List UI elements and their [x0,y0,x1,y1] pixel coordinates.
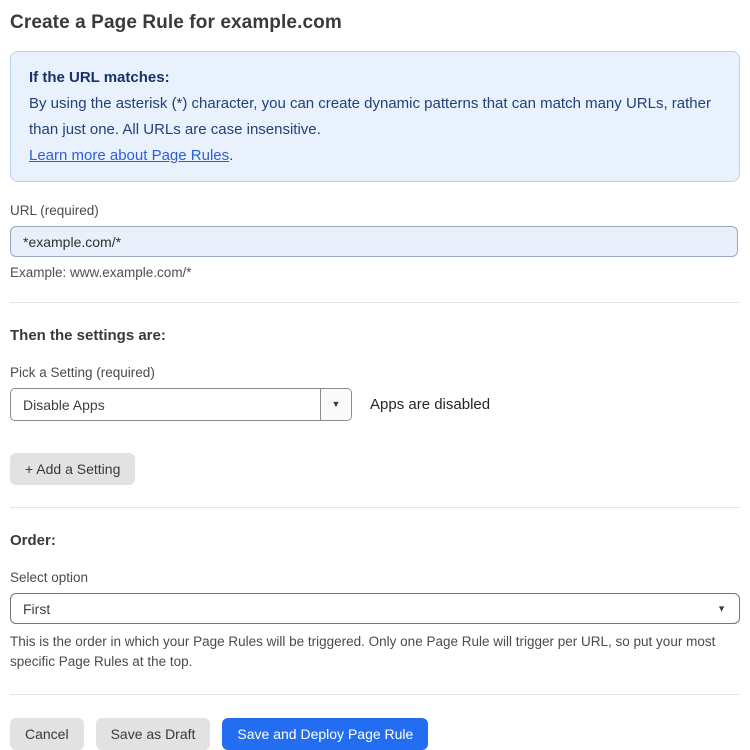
settings-section-heading: Then the settings are: [10,327,166,344]
learn-more-link[interactable]: Learn more about Page Rules [29,147,229,164]
order-select-label: Select option [10,570,89,585]
setting-dropdown[interactable]: Disable Apps ▼ [10,388,352,421]
info-box-heading: If the URL matches: [29,69,170,86]
url-input[interactable] [10,226,738,257]
url-match-info-box: If the URL matches: By using the asteris… [10,51,740,182]
link-suffix: . [229,147,234,164]
order-select-value: First [23,600,51,617]
setting-row: Disable Apps ▼ Apps are disabled [10,388,740,421]
save-and-deploy-button[interactable]: Save and Deploy Page Rule [222,718,429,750]
caret-down-icon: ▼ [717,603,726,613]
action-bar: Cancel Save as Draft Save and Deploy Pag… [10,718,740,750]
url-example-helper: Example: www.example.com/* [10,265,192,280]
page-title: Create a Page Rule for example.com [10,12,342,33]
setting-status-text: Apps are disabled [370,396,491,413]
info-box-body: By using the asterisk (*) character, you… [29,95,711,164]
order-select[interactable]: First ▼ [10,593,740,624]
pick-setting-label: Pick a Setting (required) [10,365,155,380]
order-helper-text: This is the order in which your Page Rul… [10,634,716,669]
add-setting-button[interactable]: + Add a Setting [10,453,136,485]
caret-down-icon: ▼ [331,399,341,409]
setting-dropdown-value: Disable Apps [23,396,105,413]
divider [10,694,740,695]
divider [10,302,740,303]
save-as-draft-button[interactable]: Save as Draft [95,718,211,750]
order-section-heading: Order: [10,532,56,549]
setting-dropdown-caret-button[interactable]: ▼ [320,389,351,420]
divider [10,507,740,508]
url-field-label: URL (required) [10,203,99,218]
cancel-button[interactable]: Cancel [10,718,84,750]
